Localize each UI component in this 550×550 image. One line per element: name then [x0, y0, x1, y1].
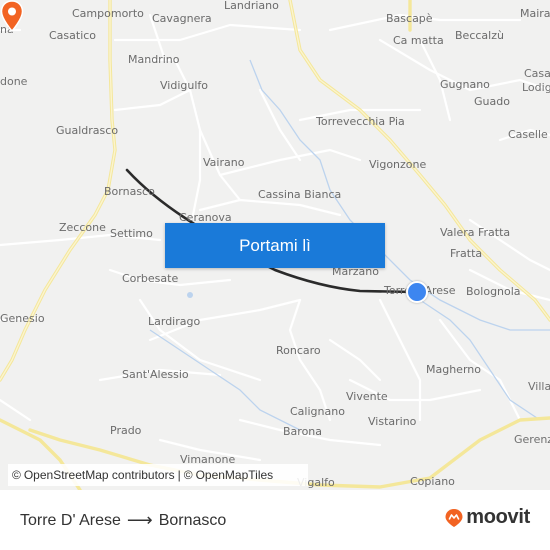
place-corbesate: Corbesate: [122, 272, 179, 285]
place-casatico: Casatico: [49, 29, 97, 42]
route-title: Torre D' Arese ⟶ Bornasco: [20, 510, 226, 531]
place-calignano: Calignano: [290, 405, 345, 418]
place-bornasco-map: Bornasco: [104, 185, 155, 198]
map-attribution: © OpenStreetMap contributors | © OpenMap…: [8, 464, 308, 486]
place-camatta: Ca matta: [393, 34, 444, 47]
place-barona: Barona: [283, 425, 323, 438]
place-done: done: [0, 75, 28, 88]
place-gugnano: Gugnano: [440, 78, 490, 91]
place-maira: Maira: [520, 7, 550, 20]
place-settimo: Settimo: [110, 227, 153, 240]
copyright-symbol-2: ©: [183, 468, 193, 482]
place-zeccone: Zeccone: [59, 221, 106, 234]
place-casal: Casal: [524, 67, 550, 80]
place-cavagnera: Cavagnera: [152, 12, 212, 25]
moovit-logo-icon: [445, 508, 463, 527]
place-prado: Prado: [110, 424, 142, 437]
place-caselle: Caselle L: [508, 128, 550, 141]
place-lardirago: Lardirago: [148, 315, 201, 328]
place-vistarino: Vistarino: [368, 415, 417, 428]
navigate-button[interactable]: Portami lì: [165, 223, 385, 268]
place-mandrino: Mandrino: [128, 53, 180, 66]
footer-bar: Torre D' Arese ⟶ Bornasco moovit: [0, 490, 550, 550]
pond: [187, 292, 193, 298]
copyright-symbol: ©: [12, 468, 21, 482]
place-campomorto: Campomorto: [72, 7, 144, 20]
moovit-logo[interactable]: moovit: [444, 506, 530, 529]
place-vidigulfo: Vidigulfo: [160, 79, 208, 92]
origin-name: Torre D' Arese: [20, 511, 121, 529]
place-villa: Villa: [528, 380, 550, 393]
place-beccalzu: Beccalzù: [455, 29, 504, 42]
place-gualdrasco: Gualdrasco: [56, 124, 119, 137]
place-bolognola: Bolognola: [466, 285, 521, 298]
osm-link[interactable]: OpenStreetMap contributors: [24, 468, 175, 482]
place-vairano: Vairano: [203, 156, 245, 169]
place-fratta: Fratta: [450, 247, 483, 260]
attribution-separator: |: [177, 468, 181, 482]
place-cassina: Cassina Bianca: [258, 188, 342, 201]
place-magherno: Magherno: [426, 363, 481, 376]
arrow-right-icon: ⟶: [126, 510, 153, 530]
place-genesio: Genesio: [0, 312, 45, 325]
place-gerenz: Gerenz: [514, 433, 550, 446]
destination-name: Bornasco: [158, 511, 227, 529]
place-vivente: Vivente: [346, 390, 388, 403]
place-bascape: Bascapè: [386, 12, 433, 25]
place-landriano: Landriano: [224, 0, 279, 12]
destination-dot-icon[interactable]: [406, 281, 428, 303]
place-lodig: Lodig: [522, 81, 550, 94]
place-roncaro: Roncaro: [276, 344, 321, 357]
openmaptiles-link[interactable]: OpenMapTiles: [196, 468, 274, 482]
place-valera: Valera Fratta: [440, 226, 511, 239]
map-canvas[interactable]: Landriano Campomorto Cavagnera Bascapè M…: [0, 0, 550, 490]
origin-pin-icon[interactable]: [0, 0, 24, 32]
place-copiano: Copiano: [410, 475, 455, 488]
place-ceranova: Ceranova: [179, 211, 232, 224]
place-guado: Guado: [474, 95, 510, 108]
brand-name: moovit: [466, 506, 530, 528]
place-santalessio: Sant'Alessio: [122, 368, 189, 381]
place-vigonzone: Vigonzone: [369, 158, 427, 171]
place-torrevecchia: Torrevecchia Pia: [316, 115, 405, 128]
